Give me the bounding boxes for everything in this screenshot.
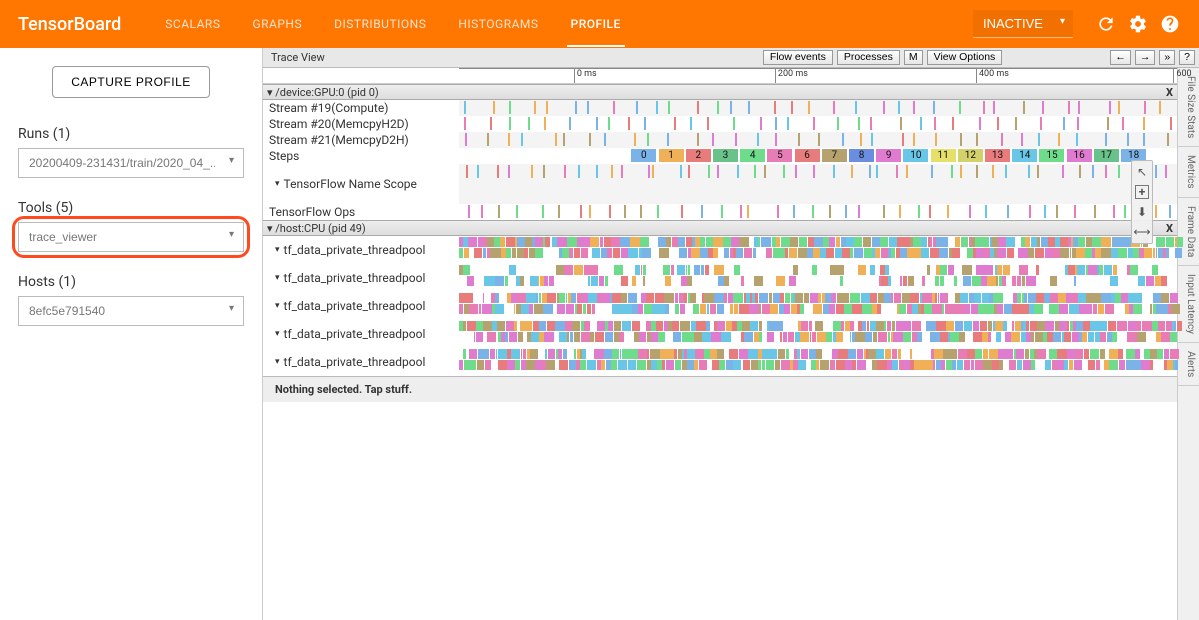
side-tab-alerts[interactable]: Alerts (1178, 343, 1199, 386)
brand-title: TensorBoard (18, 14, 121, 35)
gpu-section-header[interactable]: ▾ /device:GPU:0 (pid 0)X (263, 84, 1177, 100)
gpu-row[interactable]: Stream #19(Compute) (263, 100, 1177, 116)
cpu-thread-row[interactable]: ▾tf_data_private_threadpool (263, 236, 1177, 264)
pointer-tool-icon[interactable]: ↖ (1137, 165, 1147, 179)
nav-back-button[interactable]: ← (1110, 50, 1131, 65)
gpu-row[interactable]: ▾TensorFlow Name Scope (263, 164, 1177, 204)
tab-histograms[interactable]: HISTOGRAMS (454, 1, 542, 47)
gpu-row[interactable]: Stream #21(MemcpyD2H) (263, 132, 1177, 148)
runs-label: Runs (1) (18, 126, 244, 142)
trace-view[interactable]: ↖ + ⬇ ⟷ 0 ms200 ms400 ms600 ▾ /device:GP… (263, 68, 1177, 620)
flow-events-button[interactable]: Flow events (763, 50, 833, 65)
runs-select[interactable]: 20200409-231431/train/2020_04_... (18, 148, 244, 178)
tab-profile[interactable]: PROFILE (567, 1, 625, 47)
tools-select[interactable]: trace_viewer (18, 222, 244, 252)
app-header: TensorBoard SCALARS GRAPHS DISTRIBUTIONS… (0, 0, 1199, 48)
status-select[interactable]: INACTIVE (973, 10, 1073, 38)
timing-tool-icon[interactable]: ⟷ (1133, 225, 1150, 239)
zoom-tool-icon[interactable]: + (1135, 185, 1149, 199)
refresh-icon[interactable] (1095, 13, 1117, 35)
gpu-row[interactable]: TensorFlow Ops (263, 204, 1177, 220)
runs-select-wrap[interactable]: 20200409-231431/train/2020_04_... (18, 148, 244, 178)
main-panel: Trace View Flow events Processes M View … (262, 48, 1199, 620)
side-tab-metrics[interactable]: Metrics (1178, 147, 1199, 198)
close-section-icon[interactable]: X (1166, 86, 1173, 99)
status-select-wrap[interactable]: INACTIVE (973, 10, 1073, 38)
tab-distributions[interactable]: DISTRIBUTIONS (330, 1, 430, 47)
tools-label: Tools (5) (18, 200, 244, 216)
selection-status: Nothing selected. Tap stuff. (263, 376, 1177, 402)
tools-select-wrap[interactable]: trace_viewer (18, 222, 244, 252)
cpu-thread-row[interactable]: ▾tf_data_private_threadpool (263, 264, 1177, 292)
gear-icon[interactable] (1127, 13, 1149, 35)
help-icon[interactable] (1159, 13, 1181, 35)
hosts-select-wrap[interactable]: 8efc5e791540 (18, 296, 244, 326)
nav-fwd-button[interactable]: → (1135, 50, 1156, 65)
m-button[interactable]: M (904, 50, 923, 65)
trace-view-title: Trace View (271, 51, 325, 64)
side-tabs: File Size Stats Metrics Frame Data Input… (1177, 68, 1199, 620)
pan-down-icon[interactable]: ⬇ (1137, 205, 1147, 219)
hosts-select[interactable]: 8efc5e791540 (18, 296, 244, 326)
close-section-icon[interactable]: X (1166, 222, 1173, 235)
sidebar: CAPTURE PROFILE Runs (1) 20200409-231431… (0, 48, 262, 620)
capture-profile-button[interactable]: CAPTURE PROFILE (52, 66, 210, 98)
gpu-row[interactable]: Steps0123456789101112131415161718 (263, 148, 1177, 164)
view-options-button[interactable]: View Options (927, 50, 1003, 65)
nav-help-button[interactable]: ? (1179, 50, 1195, 65)
nav-end-button[interactable]: » (1159, 50, 1175, 65)
nav-tabs: SCALARS GRAPHS DISTRIBUTIONS HISTOGRAMS … (161, 1, 625, 47)
trace-toolbar: Trace View Flow events Processes M View … (263, 48, 1199, 68)
tab-scalars[interactable]: SCALARS (161, 1, 224, 47)
timeline-nav-tools: ↖ + ⬇ ⟷ (1131, 160, 1153, 244)
processes-button[interactable]: Processes (837, 50, 900, 65)
hosts-label: Hosts (1) (18, 274, 244, 290)
gpu-row[interactable]: Stream #20(MemcpyH2D) (263, 116, 1177, 132)
tab-graphs[interactable]: GRAPHS (248, 1, 306, 47)
cpu-thread-row[interactable]: ▾tf_data_private_threadpool (263, 292, 1177, 320)
timeline-ruler: 0 ms200 ms400 ms600 (263, 68, 1177, 84)
cpu-thread-row[interactable]: ▾tf_data_private_threadpool (263, 348, 1177, 376)
cpu-section-header[interactable]: ▾ /host:CPU (pid 49)X (263, 220, 1177, 236)
side-tab-input-latency[interactable]: Input Latency (1178, 266, 1199, 343)
cpu-thread-row[interactable]: ▾tf_data_private_threadpool (263, 320, 1177, 348)
